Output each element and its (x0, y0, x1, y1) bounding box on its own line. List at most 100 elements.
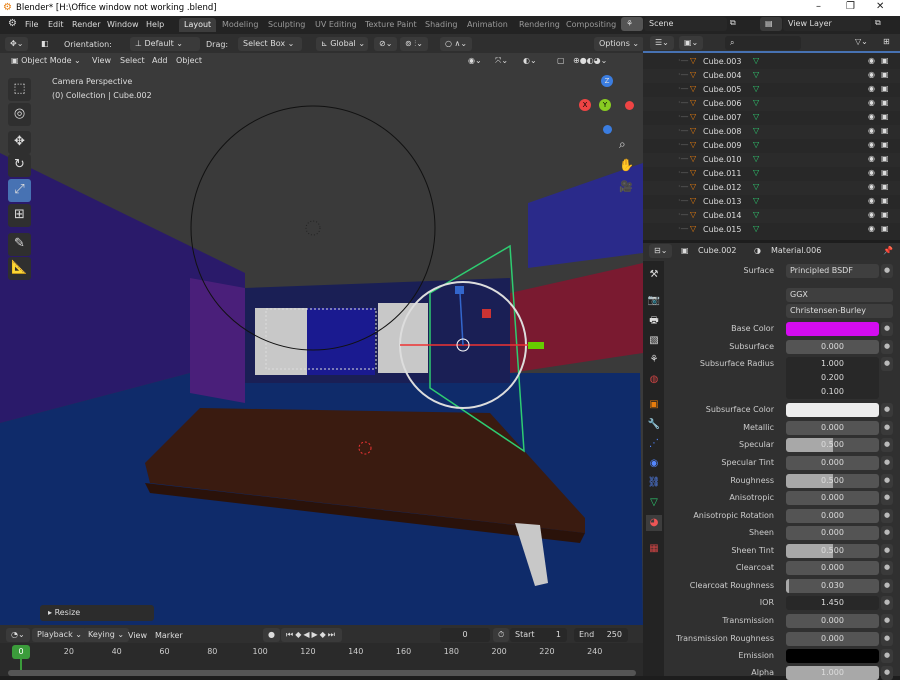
keying-menu[interactable]: Keying ⌄ (83, 628, 130, 642)
clearcoat-slider[interactable]: 0.000 (786, 561, 879, 575)
eye-icon[interactable]: ◉ (868, 224, 875, 233)
filter-view-icon[interactable]: ▣⌄ (679, 36, 704, 50)
outliner-item[interactable]: ·— ▽ Cube.015 ▽ ◉ ▣ (643, 223, 900, 237)
roughness-slider[interactable]: 0.500 (786, 474, 879, 488)
subsurface-radius-link-button[interactable]: ● (881, 357, 893, 371)
cursor-tool-icon[interactable]: ◎ (8, 103, 31, 126)
camera-render-icon[interactable]: ▣ (881, 126, 889, 135)
metallic-slider[interactable]: 0.000 (786, 421, 879, 435)
camera-render-icon[interactable]: ▣ (881, 56, 889, 65)
eye-icon[interactable]: ◉ (868, 126, 875, 135)
eye-icon[interactable]: ◉ (868, 154, 875, 163)
scene-field[interactable]: Scene (644, 17, 727, 31)
outliner-item[interactable]: ·— ▽ Cube.006 ▽ ◉ ▣ (643, 97, 900, 111)
menu-view[interactable]: View (128, 631, 147, 640)
transform-tool-icon[interactable]: ⊞ (8, 204, 31, 227)
transmission-link-button[interactable]: ● (881, 614, 893, 628)
zoom-icon[interactable]: ⌕ (619, 137, 626, 152)
eye-icon[interactable]: ◉ (868, 56, 875, 65)
new-view-layer-icon[interactable]: ⧉ (875, 18, 881, 28)
camera-render-icon[interactable]: ▣ (881, 210, 889, 219)
transform-pivot-icon[interactable]: ✥⌄ (5, 37, 29, 51)
gizmo-toggle-icon[interactable]: ⤧⌄ (490, 54, 514, 68)
menu-add[interactable]: Add (152, 56, 168, 65)
tab-sculpting[interactable]: Sculpting (263, 18, 310, 32)
outliner-item[interactable]: ·— ▽ Cube.008 ▽ ◉ ▣ (643, 125, 900, 139)
surface-link-button[interactable]: ● (881, 264, 893, 278)
anisotropic-slider[interactable]: 0.000 (786, 491, 879, 505)
3d-viewport[interactable]: ▣ Object Mode ⌄ View Select Add Object ◉… (0, 53, 643, 625)
eye-icon[interactable]: ◉ (868, 210, 875, 219)
outliner-item[interactable]: ·— ▽ Cube.014 ▽ ◉ ▣ (643, 209, 900, 223)
sheen-link-button[interactable]: ● (881, 526, 893, 540)
display-mode-icon[interactable]: ☰⌄ (650, 36, 674, 50)
transmission-roughness-link-button[interactable]: ● (881, 632, 893, 646)
camera-render-icon[interactable]: ▣ (881, 154, 889, 163)
subsurface-link-button[interactable]: ● (881, 340, 893, 354)
distribution-dropdown[interactable]: GGX (786, 288, 893, 302)
clearcoat-roughness-slider[interactable]: 0.030 (786, 579, 879, 593)
menu-marker[interactable]: Marker (155, 631, 183, 640)
gizmo-z-axis[interactable]: Z (601, 75, 613, 87)
outliner-item[interactable]: ·— ▽ Cube.012 ▽ ◉ ▣ (643, 181, 900, 195)
shading-modes-icon[interactable]: ⊕●◐◕⌄ (568, 54, 613, 68)
view-layer-icon[interactable]: ▤ (760, 17, 782, 31)
tab-animation[interactable]: Animation (462, 18, 513, 32)
camera-render-icon[interactable]: ▣ (881, 168, 889, 177)
new-collection-icon[interactable]: ⊞ (883, 37, 890, 46)
rotate-tool-icon[interactable]: ↻ (8, 154, 31, 177)
transmission-slider[interactable]: 0.000 (786, 614, 879, 628)
outliner-item[interactable]: ·— ▽ Cube.005 ▽ ◉ ▣ (643, 83, 900, 97)
eye-icon[interactable]: ◉ (868, 140, 875, 149)
select-tool-icon[interactable]: ⬚ (8, 78, 31, 101)
outliner-item[interactable]: ·— ▽ Cube.009 ▽ ◉ ▣ (643, 139, 900, 153)
eye-icon[interactable]: ◉ (868, 196, 875, 205)
menu-window[interactable]: Window (107, 20, 139, 29)
tab-rendering[interactable]: Rendering (514, 18, 565, 32)
clearcoat-link-button[interactable]: ● (881, 561, 893, 575)
ior-slider[interactable]: 1.450 (786, 596, 879, 610)
specular-tint-link-button[interactable]: ● (881, 456, 893, 470)
playback-menu[interactable]: Playback ⌄ (32, 628, 87, 642)
menu-view[interactable]: View (92, 56, 111, 65)
gizmo-y-axis[interactable]: Y (599, 99, 611, 111)
outliner-item[interactable]: ·— ▽ Cube.007 ▽ ◉ ▣ (643, 111, 900, 125)
menu-object[interactable]: Object (176, 56, 202, 65)
editor-type-icon[interactable]: ◔⌄ (6, 628, 30, 642)
anisotropic-rotation-slider[interactable]: 0.000 (786, 509, 879, 523)
gizmo-neg-z[interactable] (603, 125, 612, 134)
end-frame-field[interactable]: End 250 (574, 628, 628, 642)
blender-menu-icon[interactable]: ⚙ (8, 18, 17, 29)
overlay-toggle-icon[interactable]: ◐⌄ (518, 54, 542, 68)
view-layer-field[interactable]: View Layer (783, 17, 871, 31)
last-operator-panel[interactable]: ▸ Resize (40, 605, 154, 621)
playback-controls[interactable]: ⏮◆◀▶◆⏭ (281, 628, 343, 642)
emission-color-swatch[interactable] (786, 649, 879, 663)
subsurface-radius-y[interactable]: 0.200 (786, 371, 879, 385)
filter-icon[interactable]: ▽⌄ (855, 37, 868, 46)
tab-modeling[interactable]: Modeling (217, 18, 263, 32)
tab-layout[interactable]: Layout (179, 18, 217, 32)
subsurface-color-swatch[interactable] (786, 403, 879, 417)
gizmo-neg-x[interactable] (625, 101, 634, 110)
xray-icon[interactable]: ▢ (552, 54, 570, 68)
measure-tool-icon[interactable]: 📐 (8, 257, 31, 280)
eye-icon[interactable]: ◉ (868, 84, 875, 93)
outliner-item[interactable]: ·— ▽ Cube.011 ▽ ◉ ▣ (643, 167, 900, 181)
camera-render-icon[interactable]: ▣ (881, 224, 889, 233)
tab-shading[interactable]: Shading (420, 18, 463, 32)
outliner-item[interactable]: ·— ▽ Cube.010 ▽ ◉ ▣ (643, 153, 900, 167)
specular-slider[interactable]: 0.500 (786, 438, 879, 452)
orientation-dropdown[interactable]: ⊥ Default ⌄ (130, 37, 200, 51)
start-frame-field[interactable]: Start 1 (510, 628, 567, 642)
outliner-search-input[interactable]: ⌕ (725, 36, 801, 50)
base-color-swatch[interactable] (786, 322, 879, 336)
minimize-button[interactable]: – (816, 1, 821, 12)
new-scene-icon[interactable]: ⧉ (730, 18, 736, 28)
camera-icon[interactable]: 🎥 (619, 180, 633, 193)
current-frame-field[interactable]: 0 (440, 628, 490, 642)
camera-render-icon[interactable]: ▣ (881, 84, 889, 93)
camera-render-icon[interactable]: ▣ (881, 112, 889, 121)
record-button[interactable]: ● (263, 628, 280, 642)
proportional-edit-icon[interactable]: ○ ∧⌄ (440, 37, 473, 51)
